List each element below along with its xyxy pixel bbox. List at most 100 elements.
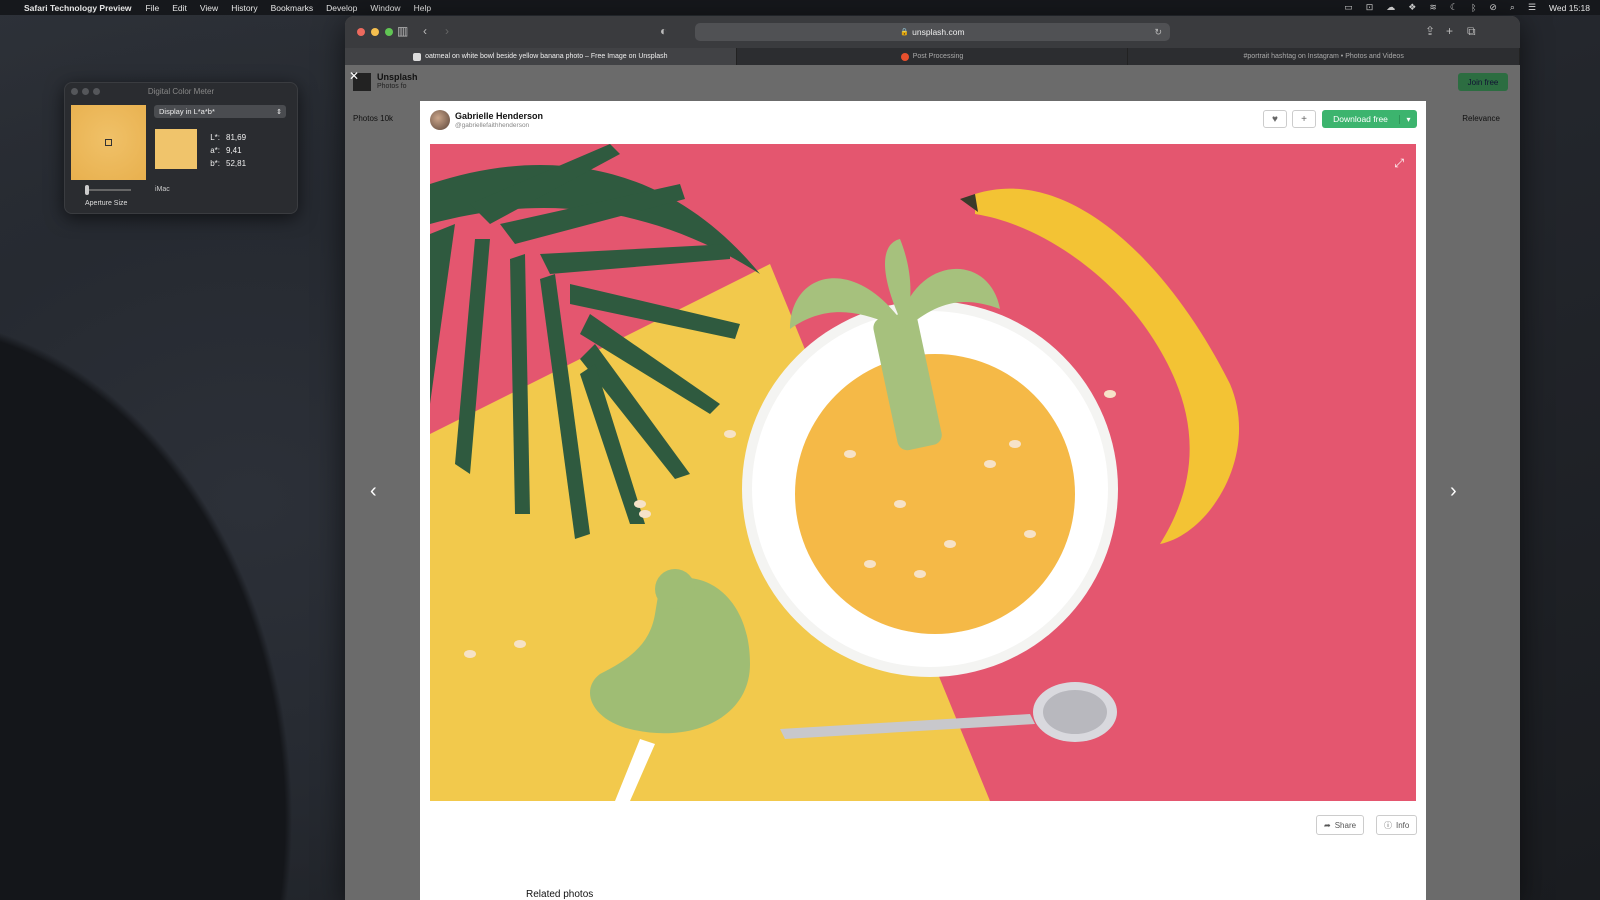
aperture-box xyxy=(105,139,112,146)
flow-icon[interactable]: ≋ xyxy=(1429,2,1437,13)
zoom-button[interactable] xyxy=(93,88,100,95)
reddit-favicon-icon xyxy=(900,52,909,61)
screen-icon[interactable]: ▭ xyxy=(1344,2,1353,13)
close-button[interactable] xyxy=(357,28,365,36)
brand-subtitle: Photos fo xyxy=(377,83,407,90)
add-to-collection-button[interactable]: + xyxy=(1292,110,1316,128)
control-center-icon[interactable]: ☰ xyxy=(1528,2,1536,13)
menu-view[interactable]: View xyxy=(200,3,218,13)
color-swatch xyxy=(155,129,197,169)
wifi-off-icon[interactable]: ⊘ xyxy=(1489,2,1497,13)
menu-bookmarks[interactable]: Bookmarks xyxy=(271,3,314,13)
forward-icon[interactable]: › xyxy=(445,24,449,38)
tab-bar: oatmeal on white bowl beside yellow bana… xyxy=(345,48,1520,65)
address-bar[interactable]: 🔒 unsplash.com ↻ xyxy=(695,23,1170,41)
photo-illustration xyxy=(430,144,1416,801)
tab-instagram[interactable]: #portrait hashtag on Instagram • Photos … xyxy=(1128,48,1520,65)
menu-bar: Safari Technology Preview File Edit View… xyxy=(0,0,1600,15)
brand-name: Unsplash xyxy=(377,72,418,82)
menu-help[interactable]: Help xyxy=(414,3,431,13)
display-name: iMac xyxy=(155,186,170,193)
download-label: Download free xyxy=(1333,114,1388,124)
window-controls xyxy=(71,88,100,95)
back-icon[interactable]: ‹ xyxy=(423,24,427,38)
color-meter-title: Digital Color Meter xyxy=(147,86,215,96)
info-label: Info xyxy=(1396,820,1410,830)
url-text: unsplash.com xyxy=(912,27,965,37)
previous-photo-icon[interactable]: ‹ xyxy=(370,480,377,503)
color-meter-window: Digital Color Meter Display in L*a*b* ⇕ … xyxy=(64,82,298,214)
menu-develop[interactable]: Develop xyxy=(326,3,357,13)
moon-icon[interactable]: ☾ xyxy=(1450,2,1458,13)
updown-chevron-icon: ⇕ xyxy=(276,108,282,116)
author-handle[interactable]: @gabriellefaithhenderson xyxy=(455,122,529,129)
unsplash-page: Unsplash Photos fo Photos 10k Relevance … xyxy=(345,65,1520,900)
author-name[interactable]: Gabrielle Henderson xyxy=(455,111,543,121)
bluetooth-icon[interactable]: ᛒ xyxy=(1471,3,1476,13)
tab-title: #portrait hashtag on Instagram • Photos … xyxy=(1243,53,1404,60)
photo-modal: Gabrielle Henderson @gabriellefaithhende… xyxy=(420,101,1426,900)
zoom-button[interactable] xyxy=(385,28,393,36)
minimize-button[interactable] xyxy=(82,88,89,95)
close-button[interactable] xyxy=(71,88,78,95)
like-button[interactable]: ♥ xyxy=(1263,110,1287,128)
menu-file[interactable]: File xyxy=(146,3,160,13)
share-arrow-icon: ➦ xyxy=(1324,820,1331,830)
download-button[interactable]: Download free ▾ xyxy=(1322,110,1417,128)
value-number: 52,81 xyxy=(226,159,247,168)
value-number: 9,41 xyxy=(226,146,242,155)
tab-unsplash[interactable]: oatmeal on white bowl beside yellow bana… xyxy=(345,48,737,65)
value-key: a*: xyxy=(210,146,220,155)
tab-title: Post Processing xyxy=(912,53,964,60)
sort-dropdown[interactable]: Relevance xyxy=(1462,114,1500,123)
menu-window[interactable]: Window xyxy=(370,3,400,13)
close-icon[interactable]: ✕ xyxy=(349,69,359,83)
lock-icon: 🔒 xyxy=(900,29,910,36)
new-tab-icon[interactable]: + xyxy=(1446,24,1453,38)
avatar[interactable] xyxy=(430,110,450,130)
creative-cloud-icon[interactable]: ☁ xyxy=(1386,2,1395,13)
share-icon[interactable]: ⇪ xyxy=(1425,24,1435,38)
related-photos-heading: Related photos xyxy=(526,889,594,900)
color-space-value: Display in L*a*b* xyxy=(159,107,215,116)
main-photo[interactable]: ⤢ xyxy=(430,144,1416,801)
dropbox-icon[interactable]: ❖ xyxy=(1408,2,1416,13)
color-meter-titlebar: Digital Color Meter xyxy=(65,83,297,99)
color-space-select[interactable]: Display in L*a*b* ⇕ xyxy=(154,105,286,118)
record-icon[interactable]: ⊡ xyxy=(1366,2,1374,13)
value-row: b*: 52,81 xyxy=(206,157,246,170)
tab-post-processing[interactable]: Post Processing xyxy=(737,48,1129,65)
sidebar-icon[interactable]: ▥ xyxy=(397,24,408,38)
value-row: a*: 9,41 xyxy=(206,144,246,157)
clock[interactable]: Wed 15:18 xyxy=(1549,3,1590,13)
share-label: Share xyxy=(1334,820,1357,830)
value-key: L*: xyxy=(210,133,220,142)
info-icon: ⓘ xyxy=(1384,820,1392,830)
unsplash-favicon-icon xyxy=(413,52,422,61)
tab-title: oatmeal on white bowl beside yellow bana… xyxy=(425,53,668,60)
next-photo-icon[interactable]: › xyxy=(1450,480,1457,503)
reload-icon[interactable]: ↻ xyxy=(1154,27,1162,38)
expand-icon[interactable]: ⤢ xyxy=(1394,156,1404,171)
menu-edit[interactable]: Edit xyxy=(172,3,187,13)
color-values: L*: 81,69 a*: 9,41 b*: 52,81 xyxy=(206,131,246,170)
safari-toolbar: ▥ ‹ › ◐ 🔒 unsplash.com ↻ ⇪ + ⧉ xyxy=(345,16,1520,48)
tab-photos[interactable]: Photos 10k xyxy=(353,114,393,123)
safari-window: ▥ ‹ › ◐ 🔒 unsplash.com ↻ ⇪ + ⧉ oatmeal o… xyxy=(345,16,1520,900)
privacy-shield-icon[interactable]: ◐ xyxy=(660,24,667,38)
status-area: ▭ ⊡ ☁ ❖ ≋ ☾ ᛒ ⊘ ⌕ ☰ Wed 15:18 xyxy=(1344,2,1590,13)
join-button[interactable]: Join free xyxy=(1458,73,1508,91)
value-key: b*: xyxy=(210,159,220,168)
value-row: L*: 81,69 xyxy=(206,131,246,144)
menu-history[interactable]: History xyxy=(231,3,257,13)
search-icon[interactable]: ⌕ xyxy=(1510,2,1515,13)
share-button[interactable]: ➦ Share xyxy=(1316,815,1365,835)
chevron-down-icon[interactable]: ▾ xyxy=(1399,114,1417,124)
minimize-button[interactable] xyxy=(371,28,379,36)
heart-icon: ♥ xyxy=(1272,113,1278,125)
slider-knob[interactable] xyxy=(85,185,89,195)
aperture-slider[interactable] xyxy=(85,185,131,195)
app-name-menu[interactable]: Safari Technology Preview xyxy=(24,3,132,13)
info-button[interactable]: ⓘ Info xyxy=(1376,815,1418,835)
tab-overview-icon[interactable]: ⧉ xyxy=(1467,24,1476,39)
